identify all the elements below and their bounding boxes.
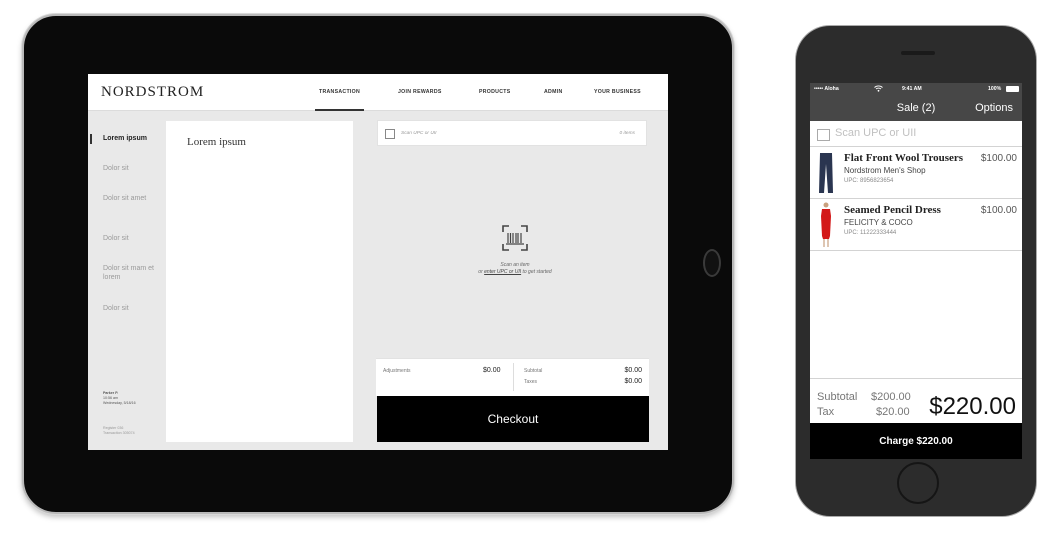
order-summary: Subtotal $200.00 Tax $20.00 $220.00 [810, 378, 1022, 423]
current-date: Wednesday, 5/18/16 [103, 401, 136, 405]
nav-tab-transaction[interactable]: TRANSACTION [315, 89, 365, 111]
tax-value: $20.00 [876, 406, 910, 418]
adjustments-label: Adjustments [383, 368, 411, 374]
charge-button[interactable]: Charge $220.00 [810, 423, 1022, 459]
nav-tab-admin[interactable]: ADMIN [544, 89, 563, 95]
totals-panel: Adjustments $0.00 Subtotal $0.00 Taxes $… [376, 358, 649, 396]
sidebar-item-1[interactable]: Lorem ipsum [103, 135, 169, 144]
checkout-button[interactable]: Checkout [377, 396, 649, 442]
scan-input-bar[interactable]: Scan UPC or UII [810, 121, 1022, 147]
barcode-icon [385, 129, 395, 139]
item-upc: UPC: 8956823654 [844, 178, 894, 184]
item-shop: FELICITY & COCO [844, 218, 913, 227]
order-total: $220.00 [929, 393, 1016, 420]
brand-logo: NORDSTROM [101, 84, 205, 100]
empty-state-message: Scan an item or enter UPC or UII to get … [478, 262, 552, 275]
panel-title: Lorem ipsum [187, 136, 246, 148]
item-price: $100.00 [980, 153, 1017, 164]
scan-input-bar[interactable]: Scan UPC or UII 0 items [377, 120, 647, 146]
barcode-icon [817, 129, 830, 141]
phone-home-button[interactable] [897, 462, 939, 504]
enter-upc-link[interactable]: enter UPC or UII [484, 269, 521, 275]
sidebar-item-4[interactable]: Dolor sit [103, 235, 169, 244]
totals-divider [513, 363, 514, 391]
tablet-home-button[interactable] [703, 249, 721, 277]
tax-label: Tax [817, 406, 835, 418]
dress-thumbnail [821, 202, 831, 247]
subtotal-value: $200.00 [871, 391, 911, 403]
item-price: $100.00 [980, 205, 1017, 216]
nav-tab-your-business[interactable]: YOUR BUSINESS [594, 89, 641, 95]
sidebar-item-5[interactable]: Dolor sit mam et lorem [103, 265, 169, 282]
tablet-screen: NORDSTROM TRANSACTION JOIN REWARDS PRODU… [88, 74, 668, 450]
cart-item[interactable]: Seamed Pencil Dress FELICITY & COCO UPC:… [810, 199, 1022, 251]
top-navigation-bar: NORDSTROM TRANSACTION JOIN REWARDS PRODU… [88, 74, 668, 111]
trousers-thumbnail [819, 153, 833, 193]
wifi-icon [874, 85, 883, 92]
scan-input-placeholder[interactable]: Scan UPC or UII [401, 131, 436, 136]
phone-speaker [901, 51, 935, 55]
user-info: Parker P. 10:56 am Wednesday, 5/18/16 [103, 391, 136, 406]
sale-header: Sale (2) Options [810, 95, 1022, 121]
taxes-label: Taxes [524, 379, 538, 385]
nav-tab-join-rewards[interactable]: JOIN REWARDS [398, 89, 442, 95]
subtotal-label: Subtotal [524, 368, 543, 374]
item-shop: Nordstrom Men's Shop [844, 166, 926, 175]
transaction-number: Transaction 305074 [103, 431, 135, 435]
content-panel: Lorem ipsum [166, 121, 353, 442]
sidebar-item-2[interactable]: Dolor sit [103, 165, 169, 174]
item-count: 0 items [619, 131, 635, 136]
options-button[interactable]: Options [975, 102, 1013, 114]
battery-percent: 100% [988, 86, 1002, 92]
register-info: Register 036 Transaction 305074 [103, 426, 135, 436]
carrier-signal: ••••• Aloha [814, 86, 839, 92]
item-name: Flat Front Wool Trousers [844, 152, 964, 164]
sidebar-item-3[interactable]: Dolor sit amet [103, 195, 169, 204]
sidebar-item-6[interactable]: Dolor sit [103, 305, 169, 314]
taxes-value: $0.00 [624, 378, 642, 385]
phone-screen: ••••• Aloha 9:41 AM 100% Sale (2) Option… [810, 83, 1022, 459]
subtotal-value: $0.00 [624, 367, 642, 374]
scan-input-placeholder[interactable]: Scan UPC or UII [835, 127, 916, 139]
subtotal-label: Subtotal [817, 391, 858, 403]
sidebar-active-marker [90, 134, 92, 144]
barcode-scanner-icon [502, 225, 528, 251]
status-time: 9:41 AM [902, 86, 922, 92]
battery-icon [1006, 86, 1019, 92]
active-tab-indicator [315, 109, 365, 111]
nav-tab-products[interactable]: PRODUCTS [479, 89, 511, 95]
adjustments-value[interactable]: $0.00 [483, 367, 501, 374]
item-name: Seamed Pencil Dress [844, 204, 941, 216]
status-bar: ••••• Aloha 9:41 AM 100% [810, 83, 1022, 95]
item-upc: UPC: 11222333444 [844, 230, 897, 236]
cart-item[interactable]: Flat Front Wool Trousers Nordstrom Men's… [810, 147, 1022, 199]
